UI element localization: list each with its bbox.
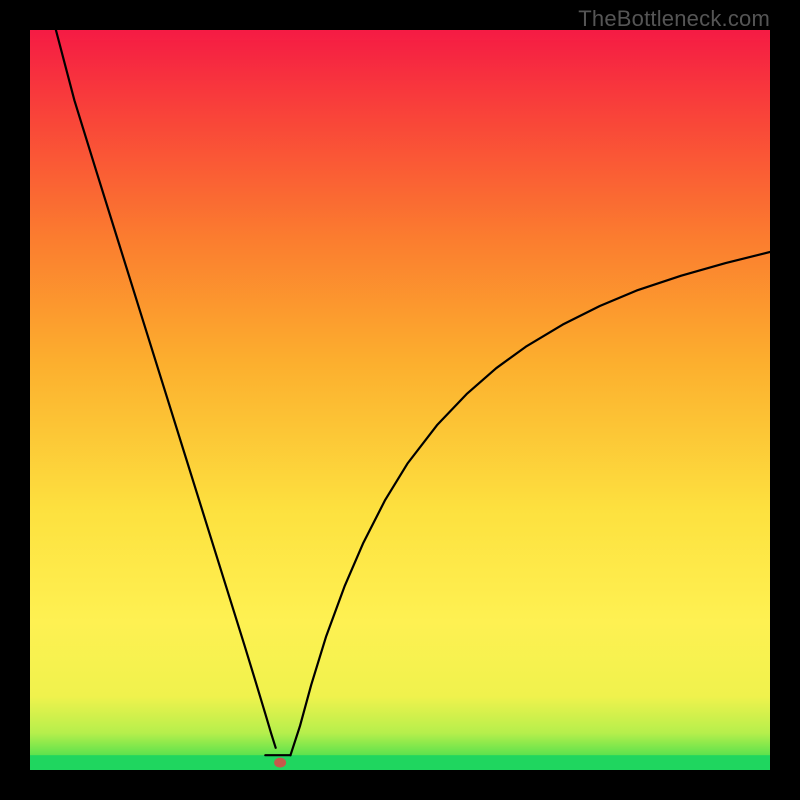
optimal-point-marker (274, 758, 286, 768)
watermark-text: TheBottleneck.com (578, 6, 770, 32)
gradient-background (30, 30, 770, 770)
plot-frame (30, 30, 770, 770)
chart-svg (30, 30, 770, 770)
green-band (30, 755, 770, 770)
